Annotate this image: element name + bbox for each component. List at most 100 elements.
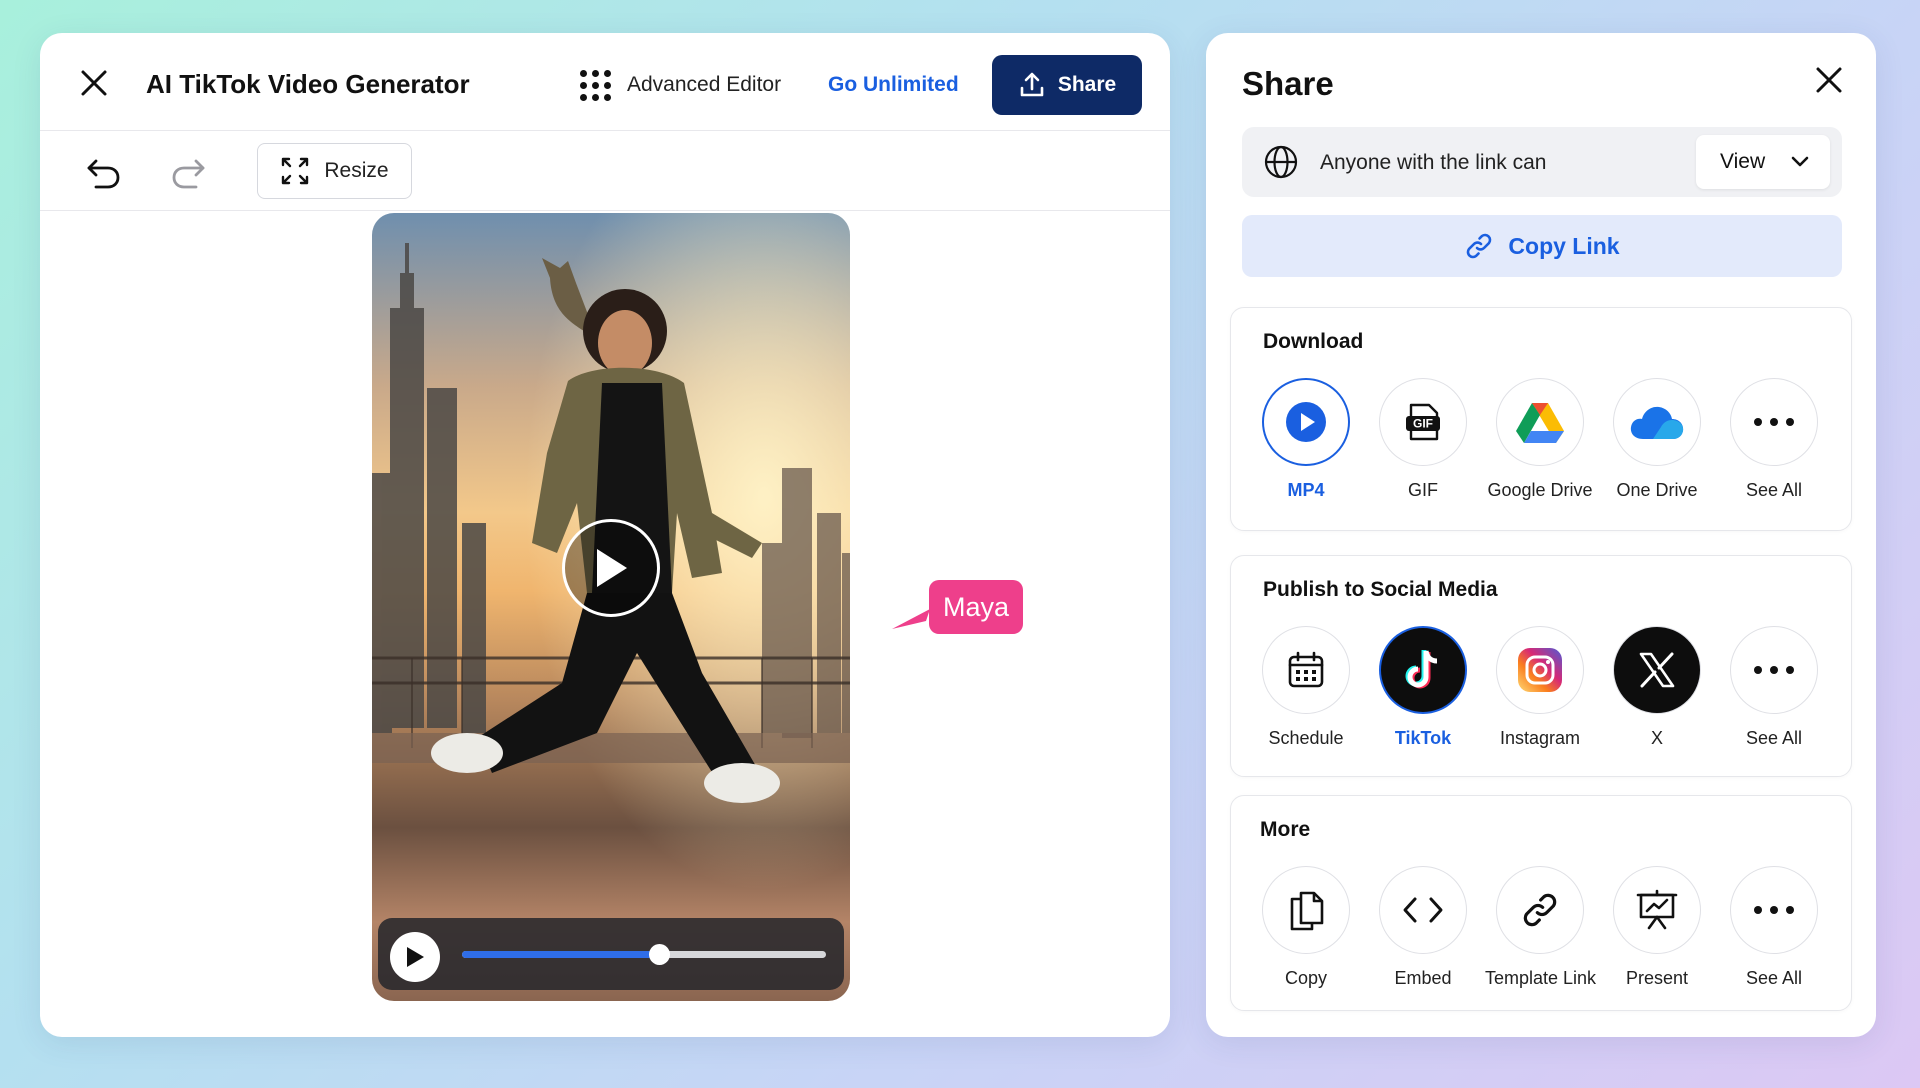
more-see-all-label: See All (1745, 968, 1803, 988)
video-controls (378, 918, 844, 990)
download-section: Download MP4 GIF GIF Google Drive One Dr… (1230, 307, 1852, 531)
download-onedrive-option[interactable]: One Drive (1602, 378, 1712, 501)
resize-icon (282, 157, 309, 185)
social-tiktok-label: TikTok (1394, 728, 1452, 748)
social-schedule-circle (1262, 626, 1350, 714)
copy-link-label: Copy Link (1508, 232, 1620, 259)
social-tiktok-option[interactable]: TikTok (1368, 626, 1478, 749)
download-google-drive-circle (1496, 378, 1584, 466)
more-title: More (1260, 818, 1311, 841)
download-see-all-circle (1730, 378, 1818, 466)
copy-icon (1290, 891, 1324, 931)
link-icon (1467, 233, 1492, 259)
instagram-icon (1518, 648, 1562, 692)
download-see-all-label: See All (1745, 480, 1803, 500)
download-see-all-option[interactable]: See All (1719, 378, 1829, 501)
progress-handle[interactable] (648, 944, 670, 965)
redo-icon (172, 159, 205, 189)
play-circle-icon (1286, 402, 1326, 442)
more-template-link-circle (1496, 866, 1584, 954)
social-tiktok-circle (1379, 626, 1467, 714)
social-schedule-label: Schedule (1268, 728, 1344, 748)
code-icon (1403, 897, 1443, 923)
grid-icon (580, 69, 611, 101)
play-icon (597, 549, 627, 587)
video-preview[interactable] (372, 213, 850, 1001)
download-mp4-option[interactable]: MP4 (1251, 378, 1361, 501)
more-icon (1754, 906, 1794, 914)
close-icon (1816, 67, 1842, 93)
gif-badge-text: GIF (1413, 417, 1433, 431)
share-panel: Share Anyone with the link can View Copy… (1206, 33, 1876, 1037)
go-unlimited-link[interactable]: Go Unlimited (828, 73, 959, 97)
download-gif-circle: GIF (1379, 378, 1467, 466)
google-drive-icon (1516, 403, 1564, 443)
more-copy-label: Copy (1284, 968, 1328, 988)
undo-icon (87, 159, 120, 189)
link-permission-row: Anyone with the link can View (1242, 127, 1842, 197)
gif-icon: GIF (1406, 403, 1440, 441)
more-see-all-option[interactable]: See All (1719, 866, 1829, 989)
resize-label: Resize (324, 159, 389, 182)
more-options: Copy Embed Template Link Present See All (1231, 866, 1851, 989)
social-see-all-option[interactable]: See All (1719, 626, 1829, 749)
upload-icon (1020, 72, 1044, 97)
close-icon (81, 70, 107, 96)
redo-button[interactable] (168, 153, 208, 193)
share-button[interactable]: Share (992, 55, 1142, 115)
download-mp4-circle (1262, 378, 1350, 466)
download-options: MP4 GIF GIF Google Drive One Drive See A… (1231, 378, 1851, 501)
close-editor-button[interactable] (78, 67, 110, 99)
advanced-editor-label: Advanced Editor (627, 73, 782, 96)
permission-dropdown[interactable]: View (1696, 135, 1830, 189)
download-onedrive-label: One Drive (1616, 480, 1698, 500)
download-onedrive-circle (1613, 378, 1701, 466)
progress-track[interactable] (462, 944, 826, 965)
social-see-all-label: See All (1745, 728, 1803, 748)
social-options: Schedule TikTok Instagram X See All (1231, 626, 1851, 749)
more-icon (1754, 418, 1794, 426)
resize-button[interactable]: Resize (257, 143, 412, 199)
calendar-icon (1288, 651, 1324, 688)
download-mp4-label: MP4 (1287, 480, 1325, 500)
control-play-button[interactable] (390, 932, 440, 982)
download-title: Download (1263, 330, 1364, 353)
social-schedule-option[interactable]: Schedule (1251, 626, 1361, 749)
more-icon (1754, 666, 1794, 674)
share-button-label: Share (1057, 73, 1117, 96)
social-instagram-option[interactable]: Instagram (1485, 626, 1595, 749)
chevron-down-icon (1791, 156, 1809, 167)
social-section: Publish to Social Media Schedule TikTok … (1230, 555, 1852, 777)
social-see-all-circle (1730, 626, 1818, 714)
download-google-drive-option[interactable]: Google Drive (1485, 378, 1595, 501)
copy-link-button[interactable]: Copy Link (1242, 215, 1842, 277)
permission-value: View (1720, 150, 1766, 173)
tiktok-icon (1405, 650, 1438, 689)
tag-pointer (892, 609, 930, 629)
more-embed-option[interactable]: Embed (1368, 866, 1478, 989)
play-icon (407, 947, 424, 967)
globe-icon (1264, 145, 1298, 179)
editor-header: AI TikTok Video Generator Advanced Edito… (40, 33, 1170, 131)
present-icon (1636, 889, 1678, 930)
more-copy-option[interactable]: Copy (1251, 866, 1361, 989)
social-title: Publish to Social Media (1263, 578, 1498, 601)
more-see-all-circle (1730, 866, 1818, 954)
social-x-option[interactable]: X (1602, 626, 1712, 749)
undo-button[interactable] (84, 153, 124, 193)
x-icon (1639, 652, 1675, 688)
advanced-editor-button[interactable]: Advanced Editor (580, 69, 781, 101)
download-google-drive-label: Google Drive (1487, 480, 1593, 500)
social-x-circle (1613, 626, 1701, 714)
more-embed-label: Embed (1394, 968, 1452, 988)
download-gif-option[interactable]: GIF GIF (1368, 378, 1478, 501)
more-embed-circle (1379, 866, 1467, 954)
link-icon (1523, 893, 1557, 927)
video-play-button[interactable] (562, 519, 660, 617)
close-share-button[interactable] (1814, 65, 1844, 95)
more-present-circle (1613, 866, 1701, 954)
more-present-label: Present (1625, 968, 1689, 988)
more-present-option[interactable]: Present (1602, 866, 1712, 989)
more-template-link-option[interactable]: Template Link (1485, 866, 1596, 989)
progress-fill (462, 951, 659, 958)
